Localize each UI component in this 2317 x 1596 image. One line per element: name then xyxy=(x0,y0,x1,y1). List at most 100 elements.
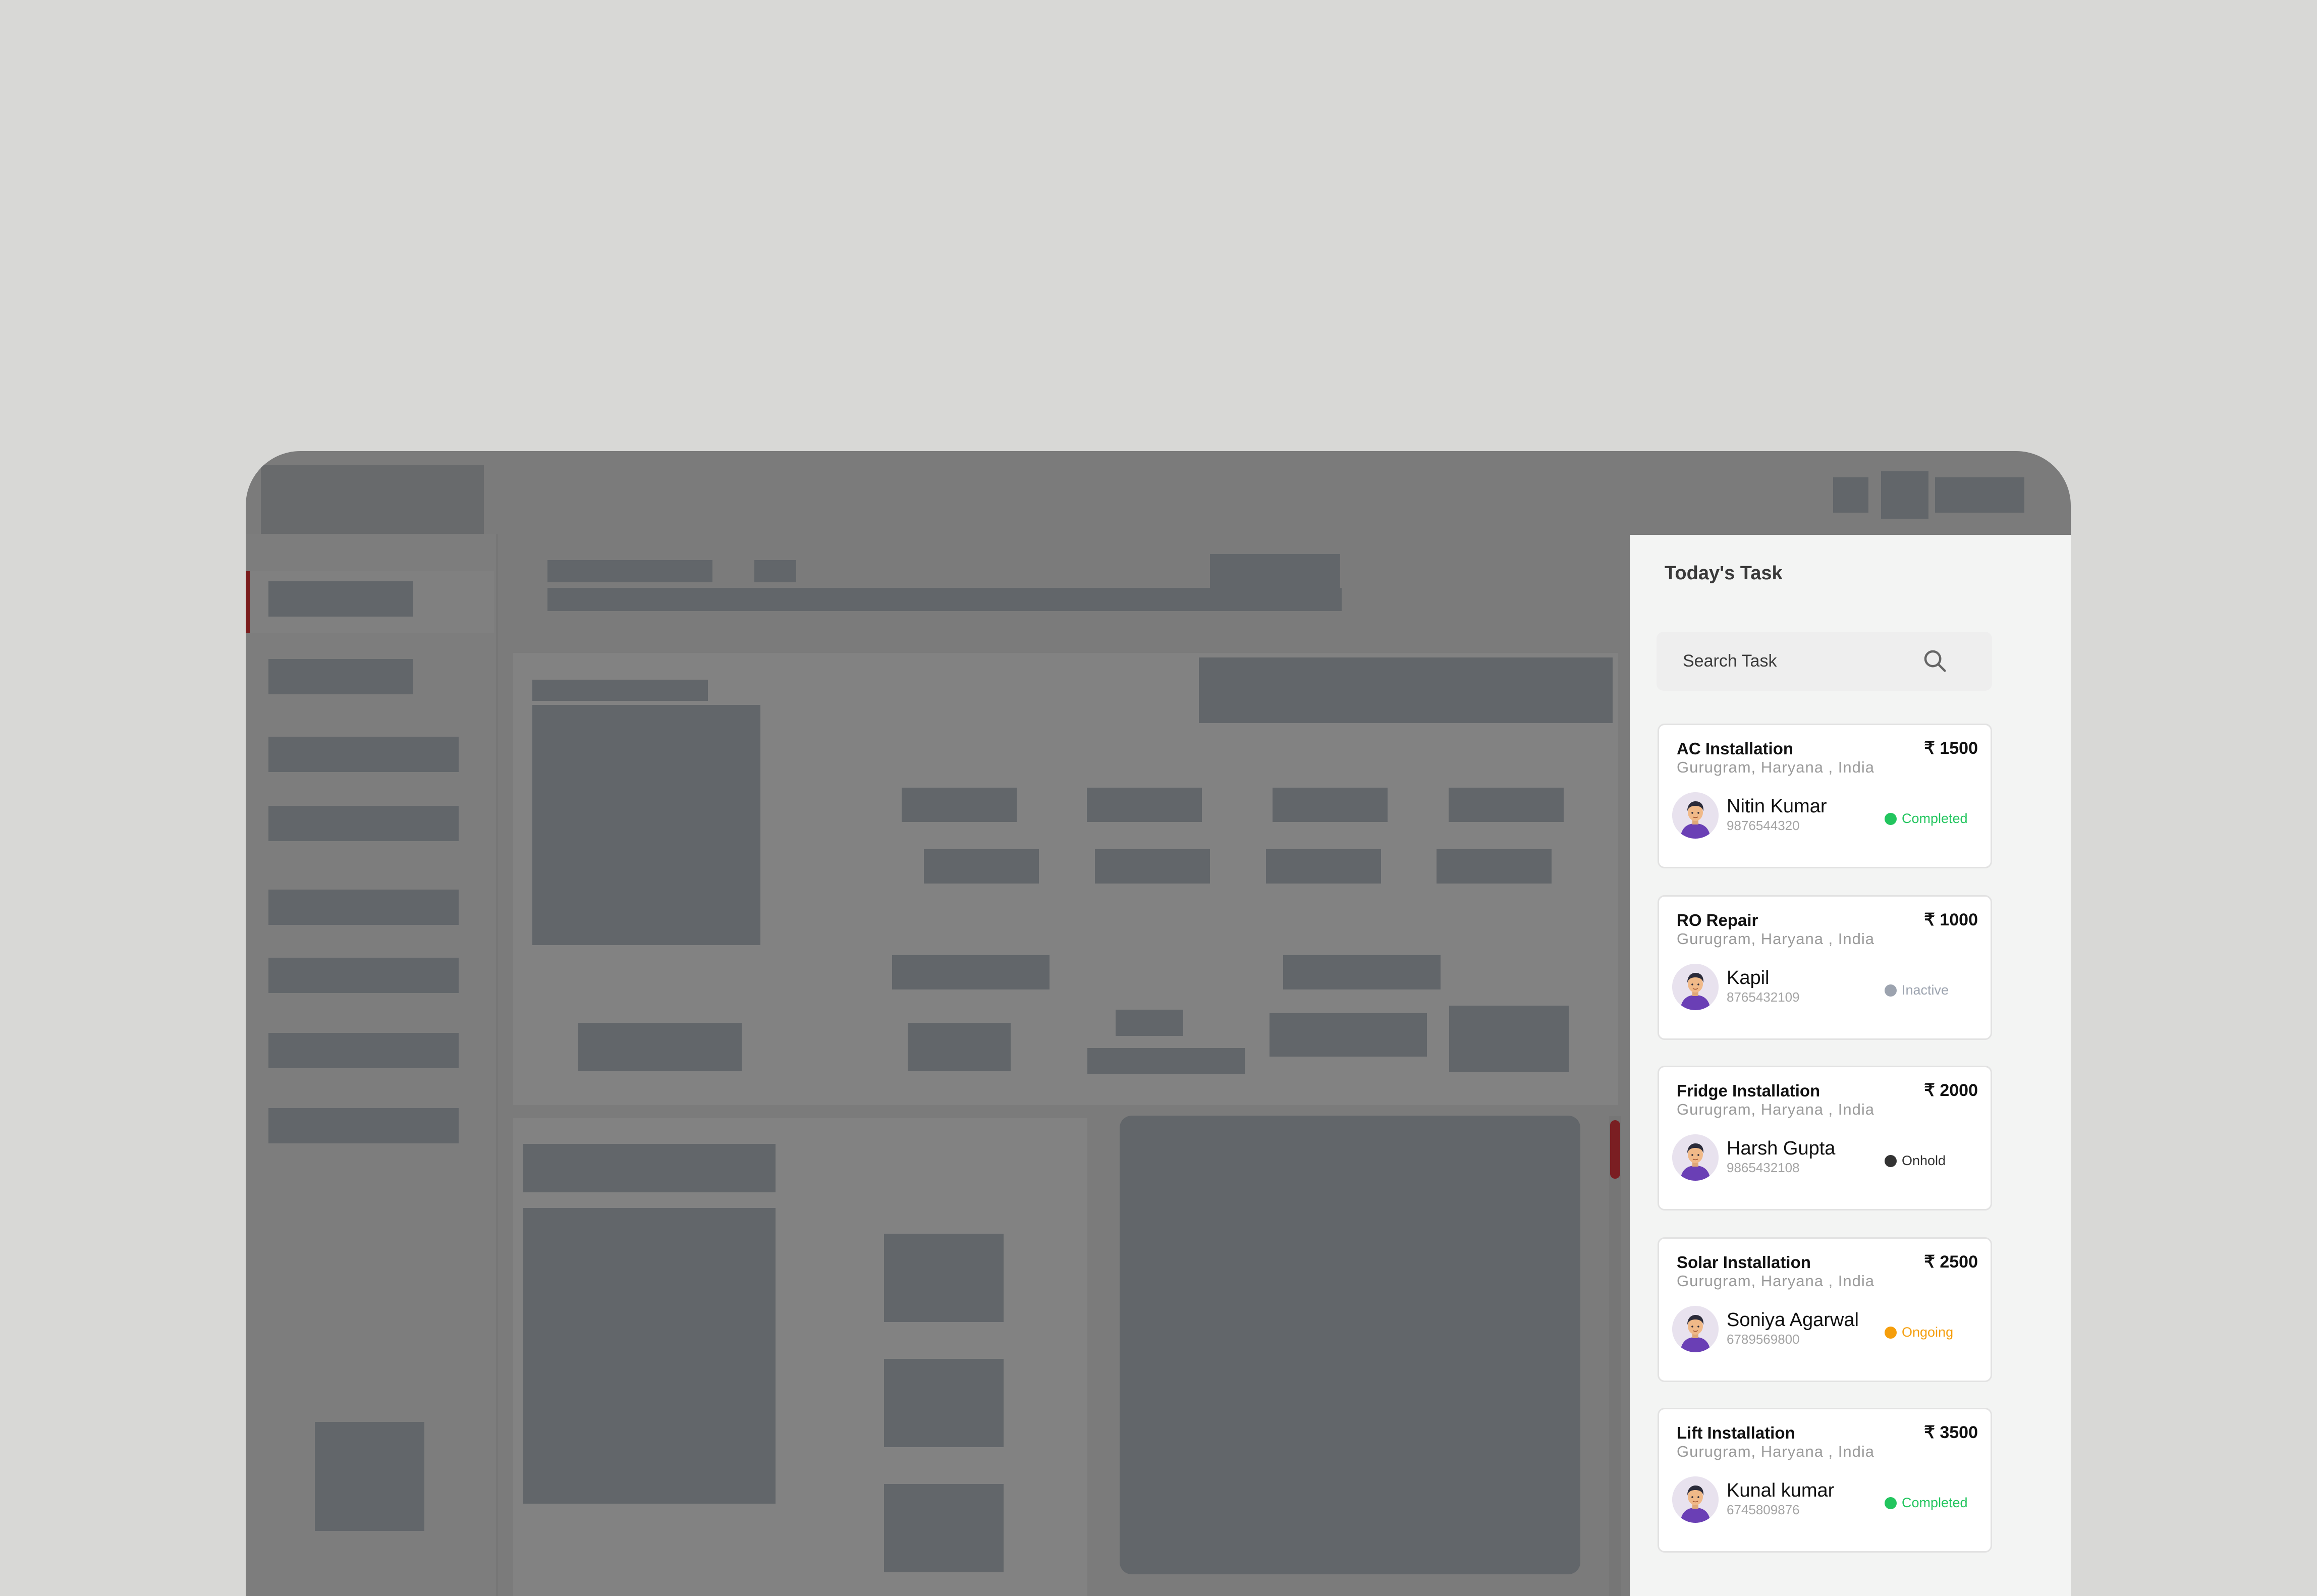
assignee-phone: 8765432109 xyxy=(1727,989,1800,1005)
main-subtitle-placeholder xyxy=(547,588,1342,611)
header-icon-placeholder xyxy=(1833,477,1868,513)
stat-placeholder xyxy=(892,955,1050,989)
sidebar-item xyxy=(268,958,459,993)
status-badge: Completed xyxy=(1885,1495,1968,1511)
status-badge: Ongoing xyxy=(1885,1325,1953,1340)
task-title: AC Installation xyxy=(1677,739,1794,758)
person-avatar-icon xyxy=(1672,1306,1719,1352)
person-avatar-icon xyxy=(1672,792,1719,839)
stat-placeholder xyxy=(924,849,1039,884)
stat-placeholder xyxy=(1283,955,1441,989)
stat-placeholder xyxy=(1087,1048,1245,1074)
sidebar-footer-placeholder xyxy=(315,1422,424,1531)
avatar xyxy=(1672,1134,1719,1181)
task-card[interactable]: AC Installation ₹ 1500 Gurugram, Haryana ,… xyxy=(1658,724,1992,868)
panel-title: Today's Task xyxy=(1665,563,1783,584)
sidebar-item xyxy=(268,1108,459,1143)
task-price: ₹ 3500 xyxy=(1924,1423,1978,1442)
status-dot xyxy=(1885,1154,1897,1167)
task-price: ₹ 1000 xyxy=(1924,910,1978,929)
task-card[interactable]: RO Repair ₹ 1000 Gurugram, Haryana , India… xyxy=(1658,895,1992,1040)
task-location: Gurugram, Haryana , India xyxy=(1677,1100,1875,1118)
task-location: Gurugram, Haryana , India xyxy=(1677,1443,1875,1460)
sidebar-active-indicator xyxy=(246,571,250,633)
task-title: Solar Installation xyxy=(1677,1253,1811,1272)
stat-placeholder xyxy=(1449,1006,1569,1072)
task-title: Lift Installation xyxy=(1677,1423,1795,1442)
scroll-track xyxy=(1609,1116,1621,1596)
task-location: Gurugram, Haryana , India xyxy=(1677,758,1875,776)
map-placeholder xyxy=(1120,1116,1580,1574)
stat-placeholder xyxy=(1270,1013,1427,1057)
assignee-name: Harsh Gupta xyxy=(1727,1138,1836,1159)
sidebar-item xyxy=(268,581,413,617)
status-badge: Inactive xyxy=(1885,982,1949,998)
thumb-placeholder xyxy=(884,1484,1004,1572)
status-dot xyxy=(1885,984,1897,997)
stat-placeholder xyxy=(1266,849,1381,884)
thumb-placeholder xyxy=(884,1359,1004,1447)
stat-placeholder xyxy=(1273,788,1388,822)
task-price: ₹ 2500 xyxy=(1924,1252,1978,1272)
sidebar-item xyxy=(268,890,459,925)
stat-placeholder xyxy=(902,788,1017,822)
status-badge: Completed xyxy=(1885,811,1968,827)
assignee-phone: 9876544320 xyxy=(1727,818,1800,833)
panel-image-placeholder xyxy=(532,705,760,945)
sidebar-item xyxy=(268,1033,459,1068)
header-user-placeholder xyxy=(1935,477,2024,513)
status-text: Ongoing xyxy=(1902,1325,1954,1340)
task-price: ₹ 2000 xyxy=(1924,1081,1978,1100)
search-icon[interactable] xyxy=(1921,647,1948,674)
avatar xyxy=(1672,964,1719,1010)
stat-placeholder xyxy=(908,1023,1011,1071)
stat-placeholder xyxy=(1087,788,1202,822)
panel-banner-placeholder xyxy=(1199,657,1613,723)
logo-placeholder xyxy=(261,465,484,535)
header-avatar-placeholder xyxy=(1881,471,1928,519)
status-text: Completed xyxy=(1902,1495,1968,1510)
assignee-name: Kunal kumar xyxy=(1727,1480,1835,1501)
person-avatar-icon xyxy=(1672,1476,1719,1523)
todays-task-panel: Today's Task AC Installation ₹ 1500 Gurugr… xyxy=(1630,535,2071,1596)
status-text: Onhold xyxy=(1902,1153,1946,1168)
status-text: Inactive xyxy=(1902,982,1949,998)
assignee-name: Nitin Kumar xyxy=(1727,796,1827,817)
scrollbar-thumb xyxy=(1610,1120,1620,1179)
status-dot xyxy=(1885,812,1897,825)
sidebar-item xyxy=(268,806,459,841)
main-action-placeholder xyxy=(1210,554,1340,588)
stat-placeholder xyxy=(1095,849,1210,884)
thumb-placeholder xyxy=(884,1234,1004,1322)
avatar xyxy=(1672,792,1719,839)
main-title-placeholder xyxy=(547,560,712,582)
assignee-name: Soniya Agarwal xyxy=(1727,1309,1859,1331)
stat-placeholder xyxy=(1116,1010,1183,1036)
avatar xyxy=(1672,1476,1719,1523)
task-location: Gurugram, Haryana , India xyxy=(1677,1272,1875,1290)
task-price: ₹ 1500 xyxy=(1924,739,1978,758)
task-title: RO Repair xyxy=(1677,911,1758,929)
task-title: Fridge Installation xyxy=(1677,1081,1820,1100)
sidebar-item xyxy=(268,737,459,772)
task-card[interactable]: Lift Installation ₹ 3500 Gurugram, Haryana… xyxy=(1658,1408,1992,1553)
status-dot xyxy=(1885,1497,1897,1509)
main-tag-placeholder xyxy=(754,560,796,582)
stat-placeholder xyxy=(578,1023,742,1071)
status-text: Completed xyxy=(1902,811,1968,826)
task-card[interactable]: Fridge Installation ₹ 2000 Gurugram, Harya… xyxy=(1658,1066,1992,1210)
person-avatar-icon xyxy=(1672,964,1719,1010)
task-card[interactable]: Solar Installation ₹ 2500 Gurugram, Haryan… xyxy=(1658,1237,1992,1382)
assignee-phone: 6745809876 xyxy=(1727,1502,1800,1517)
panel-image-placeholder xyxy=(523,1208,776,1504)
task-location: Gurugram, Haryana , India xyxy=(1677,930,1875,948)
person-avatar-icon xyxy=(1672,1134,1719,1181)
sidebar-item xyxy=(268,659,413,694)
assignee-name: Kapil xyxy=(1727,967,1770,988)
panel-heading-placeholder xyxy=(532,680,708,701)
status-dot xyxy=(1885,1326,1897,1339)
panel-heading-placeholder xyxy=(523,1144,776,1192)
status-badge: Onhold xyxy=(1885,1153,1946,1169)
stat-placeholder xyxy=(1437,849,1552,884)
stat-placeholder xyxy=(1449,788,1564,822)
